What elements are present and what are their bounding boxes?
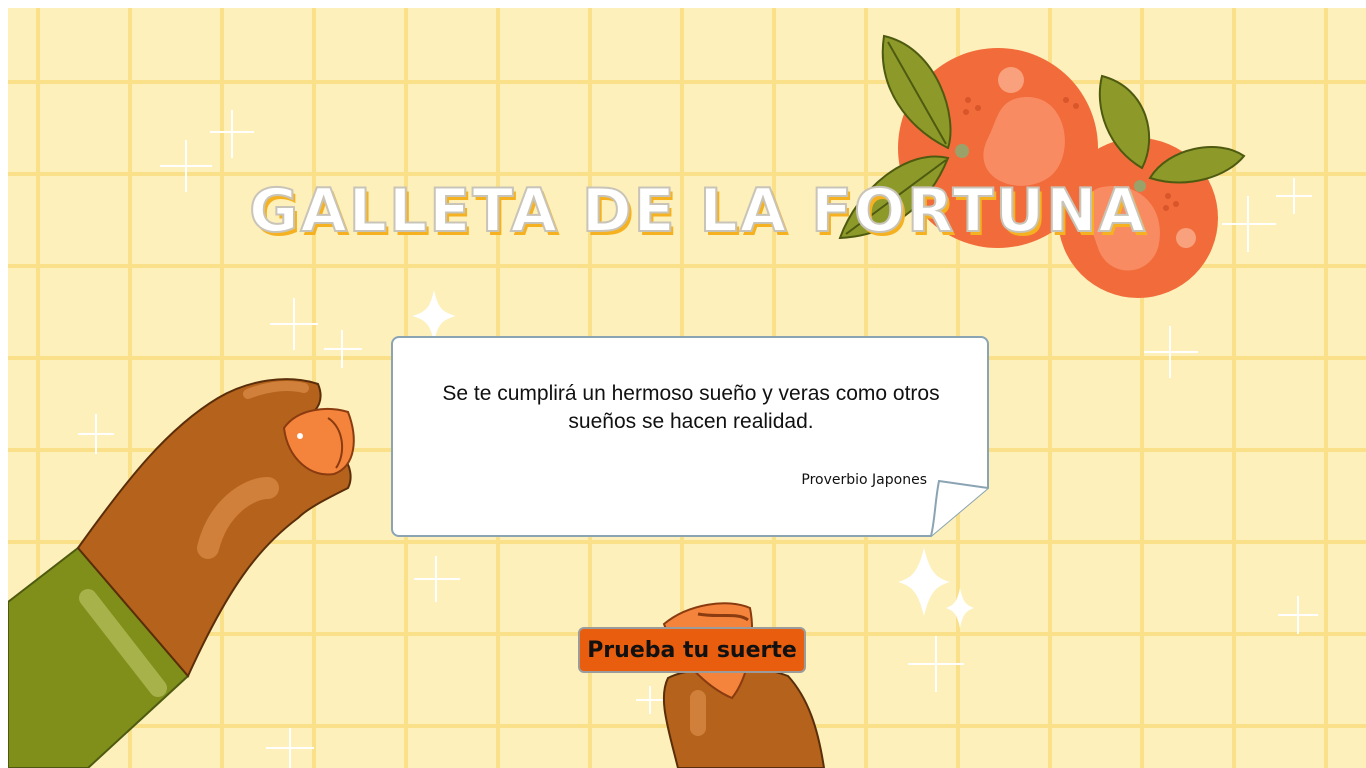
paper-note-shape xyxy=(391,336,989,537)
orange-fruit-icon xyxy=(838,34,1246,298)
try-your-luck-button[interactable]: Prueba tu suerte xyxy=(578,627,806,673)
fortune-cookie-page: GALLETA DE LA FORTUNA Se te cumplirá un … xyxy=(8,8,1366,768)
page-title: GALLETA DE LA FORTUNA xyxy=(248,175,1147,247)
fortune-quote: Se te cumplirá un hermoso sueño y veras … xyxy=(442,382,940,433)
fortune-author: Proverbio Japones xyxy=(801,472,927,488)
hand-icon xyxy=(662,669,826,768)
fortune-card: Se te cumplirá un hermoso sueño y veras … xyxy=(391,336,989,538)
